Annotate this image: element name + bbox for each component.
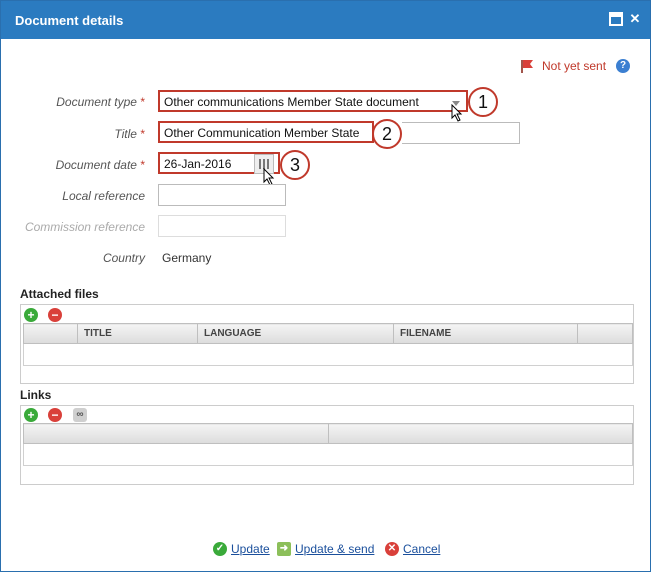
column-header-language[interactable]: LANGUAGE (197, 323, 394, 344)
select-column-header (23, 323, 78, 344)
cancel-icon: ✕ (385, 542, 399, 556)
table-header-row: TITLE LANGUAGE FILENAME (23, 323, 633, 344)
column-header-title[interactable]: TITLE (77, 323, 198, 344)
add-link-icon[interactable]: + (24, 408, 38, 422)
callout-2: 2 (372, 119, 402, 149)
country-value: Germany (162, 251, 212, 265)
document-type-select[interactable]: Other communications Member State docume… (158, 90, 468, 112)
maximize-icon[interactable] (609, 12, 623, 26)
local-reference-input[interactable] (158, 184, 286, 206)
document-date-label: Document date * (55, 158, 145, 172)
update-label[interactable]: Update (231, 542, 270, 556)
document-details-dialog: Document details ✕ Not yet sent ? Docume… (0, 0, 651, 572)
table-row (23, 343, 633, 366)
country-label: Country (102, 251, 145, 265)
document-type-value: Other communications Member State docume… (164, 95, 419, 109)
title-input[interactable]: Other Communication Member State (158, 121, 374, 143)
remove-file-icon[interactable]: − (48, 308, 62, 322)
status-text: Not yet sent (542, 59, 607, 73)
table-row (23, 443, 633, 466)
attached-files-heading: Attached files (20, 287, 99, 301)
commission-reference-input (158, 215, 286, 237)
update-send-label[interactable]: Update & send (295, 542, 374, 556)
extra-column-header (577, 323, 633, 344)
links-panel: + − ∞ (20, 405, 634, 485)
check-icon: ✓ (213, 542, 227, 556)
title-label: Title * (114, 127, 145, 141)
links-column-header-1[interactable] (23, 423, 329, 444)
dialog-title: Document details (15, 13, 124, 28)
send-icon: ➜ (277, 542, 291, 556)
callout-1: 1 (468, 87, 498, 117)
table-header-row (23, 423, 633, 444)
mouse-cursor-icon (451, 104, 463, 122)
remove-link-icon[interactable]: − (48, 408, 62, 422)
add-file-icon[interactable]: + (24, 308, 38, 322)
links-heading: Links (20, 388, 52, 402)
local-reference-label: Local reference (62, 189, 145, 203)
document-type-label: Document type * (56, 95, 145, 109)
attached-files-table: TITLE LANGUAGE FILENAME (23, 323, 633, 366)
dialog-titlebar: Document details ✕ (1, 1, 650, 39)
links-table (23, 423, 633, 466)
document-date-value: 26-Jan-2016 (164, 157, 232, 171)
close-icon[interactable]: ✕ (628, 12, 642, 26)
flag-icon (521, 60, 533, 73)
callout-3: 3 (280, 150, 310, 180)
cancel-label[interactable]: Cancel (403, 542, 440, 556)
title-value: Other Communication Member State (164, 126, 360, 140)
commission-reference-label: Commission reference (24, 220, 145, 234)
help-icon[interactable]: ? (616, 59, 630, 73)
title-input-extension[interactable] (402, 122, 520, 144)
attached-files-panel: + − TITLE LANGUAGE FILENAME (20, 304, 634, 384)
column-header-filename[interactable]: FILENAME (393, 323, 578, 344)
link-icon[interactable]: ∞ (73, 408, 87, 422)
links-column-header-2[interactable] (328, 423, 633, 444)
